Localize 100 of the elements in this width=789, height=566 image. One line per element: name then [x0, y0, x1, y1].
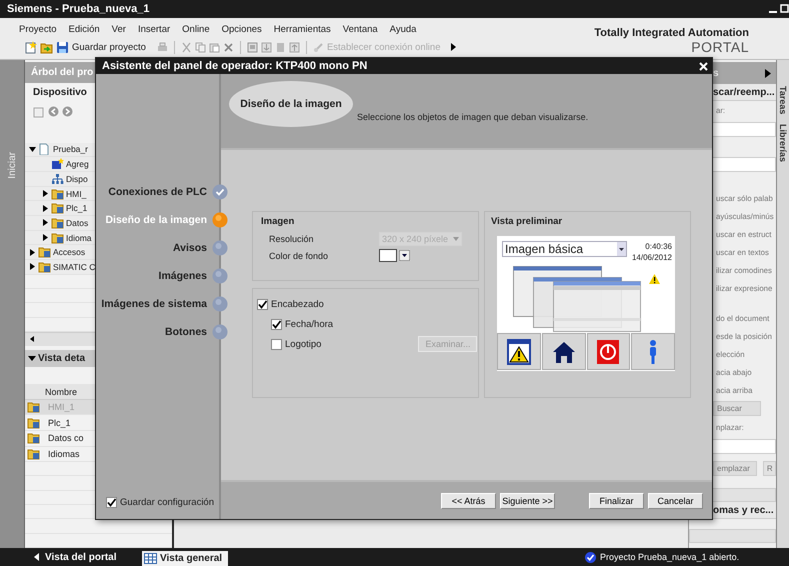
- folder-icon: [27, 432, 40, 444]
- heading-bubble: Diseño de la imagen: [229, 81, 353, 127]
- collapse-arrow-icon[interactable]: [28, 354, 36, 362]
- checkbox-label: Logotipo: [285, 338, 322, 350]
- screen-dropdown[interactable]: Imagen básica: [502, 241, 627, 257]
- side-tab[interactable]: Tareas: [778, 86, 788, 114]
- dialog-button[interactable]: Siguiente >>: [500, 492, 555, 508]
- expand-arrow-icon[interactable]: [42, 204, 49, 212]
- field-label: Color de fondo: [269, 250, 330, 260]
- clock-date: 14/06/2012: [632, 252, 672, 263]
- checkbox[interactable]: [257, 298, 268, 310]
- alarm-window-icon: [506, 338, 531, 364]
- wizard-step[interactable]: Imágenes de sistema: [101, 298, 207, 310]
- dialog-button[interactable]: << Atrás: [441, 492, 496, 508]
- folder-icon: [27, 401, 40, 414]
- tree-item[interactable]: Accesos: [53, 247, 86, 258]
- menu-item[interactable]: Edición: [62, 24, 106, 34]
- save-project-button[interactable]: Guardar proyecto: [72, 42, 146, 52]
- new-project-icon[interactable]: [24, 40, 37, 54]
- warning-icon: [649, 274, 660, 284]
- color-swatch[interactable]: [379, 249, 397, 262]
- folder-icon: [51, 216, 64, 229]
- menu-item[interactable]: Ver: [106, 24, 132, 34]
- menu-item[interactable]: Ventana: [336, 24, 384, 34]
- field-label: Resolución: [269, 234, 315, 244]
- back-icon[interactable]: [48, 106, 59, 118]
- panel-title: Árbol del pro: [31, 67, 94, 78]
- grid-icon: [144, 553, 157, 564]
- panel-title: Vista deta: [38, 352, 86, 364]
- menu-item[interactable]: Herramientas: [268, 24, 337, 34]
- delete-icon[interactable]: [222, 42, 234, 52]
- brand-title: Totally Integrated Automation: [594, 27, 749, 39]
- tree-item[interactable]: Plc_1: [66, 203, 88, 214]
- tree-item[interactable]: Agreg: [66, 159, 89, 170]
- folder-icon: [38, 260, 51, 273]
- wizard-step[interactable]: Imágenes: [158, 270, 207, 282]
- checkbox-label: Encabezado: [271, 298, 324, 310]
- group-title: Vista preliminar: [491, 216, 564, 229]
- check-circle-icon: [585, 552, 596, 562]
- tree-item[interactable]: Dispo: [66, 174, 88, 184]
- checkbox[interactable]: [106, 497, 117, 508]
- checkbox-label: Guardar configuración: [120, 497, 214, 508]
- row-label: Idiomas: [48, 448, 80, 459]
- network-icon: [51, 172, 64, 185]
- section-title: Dispositivo: [32, 86, 88, 100]
- checkbox-label: Fecha/hora: [285, 318, 334, 330]
- clock-time: 0:40:36: [644, 241, 672, 252]
- tree-item[interactable]: Prueba_r: [53, 144, 88, 154]
- scrollbar[interactable]: [689, 529, 776, 543]
- expand-arrow-icon[interactable]: [29, 263, 36, 270]
- menu-item[interactable]: Opciones: [216, 24, 268, 34]
- menu-item[interactable]: Ayuda: [384, 24, 422, 34]
- row-label: HMI_1: [48, 402, 75, 412]
- expand-arrow-icon[interactable]: [42, 219, 49, 226]
- open-project-icon[interactable]: [40, 40, 53, 54]
- row-label: Datos co: [48, 433, 84, 444]
- add-device-icon: [51, 158, 64, 170]
- wizard-step[interactable]: Botones: [165, 326, 207, 338]
- collapse-arrow-icon[interactable]: [29, 146, 36, 153]
- tree-item[interactable]: Idioma: [66, 232, 92, 243]
- window-title: Siemens - Prueba_nueva_1: [7, 3, 150, 15]
- expand-arrow-icon[interactable]: [42, 190, 49, 198]
- view-tab[interactable]: Vista general: [142, 551, 228, 566]
- wizard-step[interactable]: Avisos: [172, 242, 207, 254]
- row-label: Plc_1: [48, 418, 71, 428]
- menu-item[interactable]: Insertar: [132, 24, 176, 34]
- collapse-panel-icon[interactable]: [765, 68, 771, 78]
- forward-icon[interactable]: [62, 106, 73, 118]
- wizard-step[interactable]: Conexiones de PLC: [108, 186, 207, 198]
- dialog-title: Asistente del panel de operador: KTP400 mono PN: [102, 60, 368, 72]
- folder-icon: [51, 232, 64, 244]
- checkbox[interactable]: [271, 338, 282, 350]
- more-arrow-icon[interactable]: [451, 43, 456, 51]
- close-icon[interactable]: [699, 62, 708, 70]
- dialog-button[interactable]: Finalizar: [589, 492, 644, 508]
- maximize-icon[interactable]: [780, 4, 789, 14]
- tree-item[interactable]: HMI_: [66, 188, 86, 199]
- tree-item[interactable]: Datos: [66, 218, 88, 228]
- menu-item[interactable]: Online: [176, 24, 216, 34]
- portal-view-link[interactable]: Vista del portal: [34, 552, 142, 562]
- menu-item[interactable]: Proyecto: [13, 24, 62, 34]
- checkbox[interactable]: [271, 318, 282, 330]
- replace-all-button[interactable]: R: [762, 461, 776, 476]
- screen-button[interactable]: [542, 333, 586, 370]
- instruction-text: Seleccione los objetos de imagen que deban visualizarse.: [357, 112, 588, 122]
- folder-icon: [27, 416, 40, 429]
- dialog-button[interactable]: Cancelar: [648, 492, 703, 508]
- folder-icon: [27, 448, 40, 460]
- folder-icon: [51, 202, 64, 214]
- done-step-icon: [212, 184, 228, 200]
- panel-title: s: [713, 68, 719, 78]
- expand-arrow-icon[interactable]: [29, 248, 36, 256]
- scroll-left-icon[interactable]: [30, 336, 34, 342]
- screen-button[interactable]: [497, 333, 541, 370]
- person-icon: [650, 338, 656, 364]
- dropdown-arrow-icon: [453, 236, 459, 240]
- save-icon[interactable]: [56, 40, 69, 54]
- power-icon: [596, 338, 620, 364]
- expand-arrow-icon[interactable]: [42, 234, 49, 242]
- side-tab[interactable]: Librerías: [778, 124, 788, 162]
